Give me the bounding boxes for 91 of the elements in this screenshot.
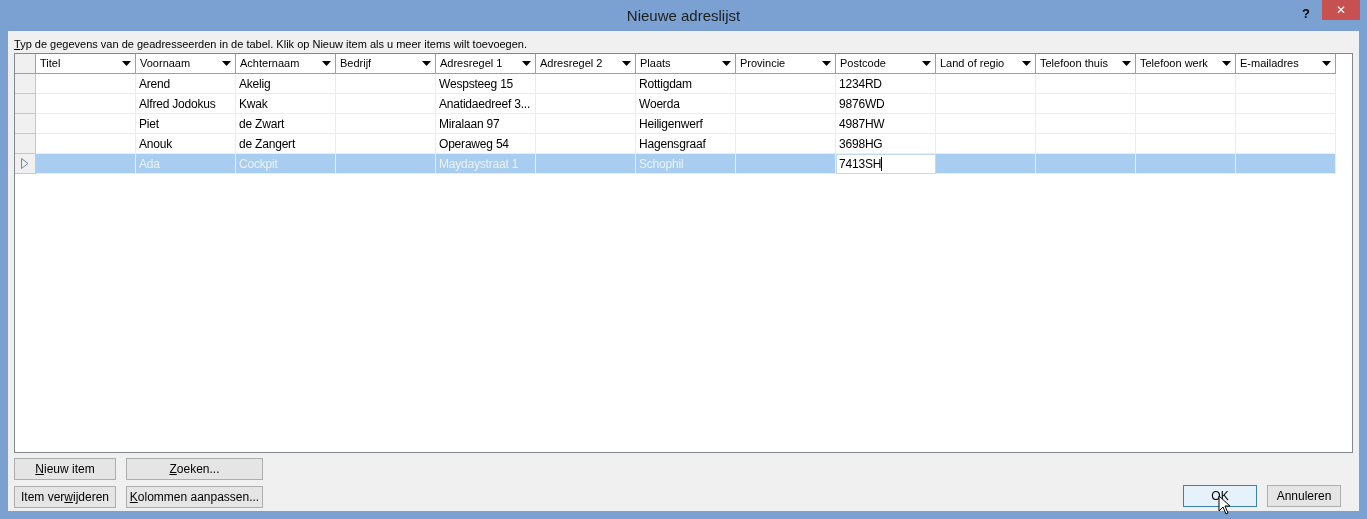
table-cell[interactable]	[36, 74, 136, 94]
dialog-button[interactable]: Nieuw item	[14, 458, 116, 480]
text-caret	[881, 156, 883, 171]
row-header[interactable]	[15, 154, 36, 174]
column-header[interactable]: Voornaam	[136, 54, 236, 74]
dialog-button[interactable]: Kolommen aanpassen...	[126, 486, 263, 508]
dropdown-arrow-icon[interactable]	[722, 61, 731, 66]
column-header[interactable]: Plaats	[636, 54, 736, 74]
column-header[interactable]: Adresregel 2	[536, 54, 636, 74]
table-cell[interactable]	[536, 74, 636, 94]
table-cell[interactable]: Woerda	[636, 94, 736, 114]
table-cell[interactable]: 7413SH	[836, 154, 936, 174]
current-row-icon	[21, 158, 29, 169]
column-header[interactable]: Provincie	[736, 54, 836, 74]
table-cell[interactable]	[36, 154, 136, 174]
dropdown-arrow-icon[interactable]	[1322, 61, 1331, 66]
table-cell[interactable]: Akelig	[236, 74, 336, 94]
dropdown-arrow-icon[interactable]	[222, 61, 231, 66]
table-cell[interactable]: de Zwart	[236, 114, 336, 134]
table-cell[interactable]	[936, 134, 1036, 154]
table-cell[interactable]	[36, 114, 136, 134]
help-button[interactable]: ?	[1302, 4, 1310, 24]
dropdown-arrow-icon[interactable]	[922, 61, 931, 66]
table-cell[interactable]	[336, 154, 436, 174]
table-cell[interactable]: 4987HW	[836, 114, 936, 134]
row-header[interactable]	[15, 134, 36, 154]
row-header[interactable]	[15, 74, 36, 94]
table-cell[interactable]: de Zangert	[236, 134, 336, 154]
dropdown-arrow-icon[interactable]	[1222, 61, 1231, 66]
table-cell[interactable]: Kwak	[236, 94, 336, 114]
table-cell[interactable]: Anatidaedreef 3...	[436, 94, 536, 114]
cancel-button[interactable]: Annuleren	[1267, 485, 1341, 507]
table-cell[interactable]: Miralaan 97	[436, 114, 536, 134]
column-header[interactable]: E-mailadres	[1236, 54, 1336, 74]
table-cell[interactable]	[1036, 74, 1136, 94]
table-cell[interactable]	[1236, 134, 1336, 154]
dropdown-arrow-icon[interactable]	[622, 61, 631, 66]
row-header[interactable]	[15, 94, 36, 114]
table-cell[interactable]: 3698HG	[836, 134, 936, 154]
table-cell[interactable]	[36, 134, 136, 154]
row-header[interactable]	[15, 114, 36, 134]
table-cell[interactable]: Piet	[136, 114, 236, 134]
dropdown-arrow-icon[interactable]	[1122, 61, 1131, 66]
dropdown-arrow-icon[interactable]	[122, 61, 131, 66]
table-cell[interactable]	[336, 134, 436, 154]
column-header[interactable]: Titel	[36, 54, 136, 74]
table-cell[interactable]: 9876WD	[836, 94, 936, 114]
table-cell[interactable]	[936, 154, 1036, 174]
table-cell[interactable]: Alfred Jodokus	[136, 94, 236, 114]
table-cell[interactable]	[1136, 134, 1236, 154]
window-title: Nieuwe adreslijst	[626, 6, 741, 26]
table-cell[interactable]	[1136, 74, 1236, 94]
table-cell[interactable]	[336, 74, 436, 94]
dropdown-arrow-icon[interactable]	[522, 61, 531, 66]
table-corner	[15, 54, 36, 74]
table-cell[interactable]: Rottigdam	[636, 74, 736, 94]
dropdown-arrow-icon[interactable]	[1022, 61, 1031, 66]
table-cell[interactable]	[1236, 74, 1336, 94]
column-header[interactable]: Telefoon werk	[1136, 54, 1236, 74]
table-cell[interactable]	[36, 94, 136, 114]
table-cell[interactable]	[1236, 154, 1336, 174]
table-cell[interactable]	[736, 154, 836, 174]
table-cell[interactable]	[1136, 154, 1236, 174]
table-cell[interactable]: Heiligenwerf	[636, 114, 736, 134]
column-header[interactable]: Telefoon thuis	[1036, 54, 1136, 74]
table-cell[interactable]	[536, 154, 636, 174]
ok-button[interactable]: OK	[1183, 485, 1257, 507]
table-cell[interactable]	[936, 74, 1036, 94]
table-cell[interactable]	[536, 134, 636, 154]
table-cell[interactable]	[1036, 134, 1136, 154]
table-cell[interactable]: Operaweg 54	[436, 134, 536, 154]
table-cell[interactable]: Anouk	[136, 134, 236, 154]
column-header[interactable]: Achternaam	[236, 54, 336, 74]
column-header[interactable]: Adresregel 1	[436, 54, 536, 74]
close-button[interactable]: ✕	[1322, 0, 1360, 20]
dialog-button[interactable]: Item verwijderen	[14, 486, 116, 508]
column-header[interactable]: Bedrijf	[336, 54, 436, 74]
table-cell[interactable]: Wespsteeg 15	[436, 74, 536, 94]
table-cell[interactable]: Arend	[136, 74, 236, 94]
table-cell[interactable]	[736, 134, 836, 154]
dropdown-arrow-icon[interactable]	[822, 61, 831, 66]
table-cell[interactable]	[736, 74, 836, 94]
column-header[interactable]: Land of regio	[936, 54, 1036, 74]
dialog-button[interactable]: Zoeken...	[126, 458, 263, 480]
table-cell[interactable]: 1234RD	[836, 74, 936, 94]
instruction-text: Typ de gegevens van de geadresseerden in de tabel. Klik op Nieuw item als u meer items wilt toevoegen.	[14, 37, 529, 51]
column-header[interactable]: Postcode	[836, 54, 936, 74]
table-cell[interactable]: Hagensgraaf	[636, 134, 736, 154]
dropdown-arrow-icon[interactable]	[422, 61, 431, 66]
dropdown-arrow-icon[interactable]	[322, 61, 331, 66]
table-cell[interactable]	[1036, 154, 1136, 174]
